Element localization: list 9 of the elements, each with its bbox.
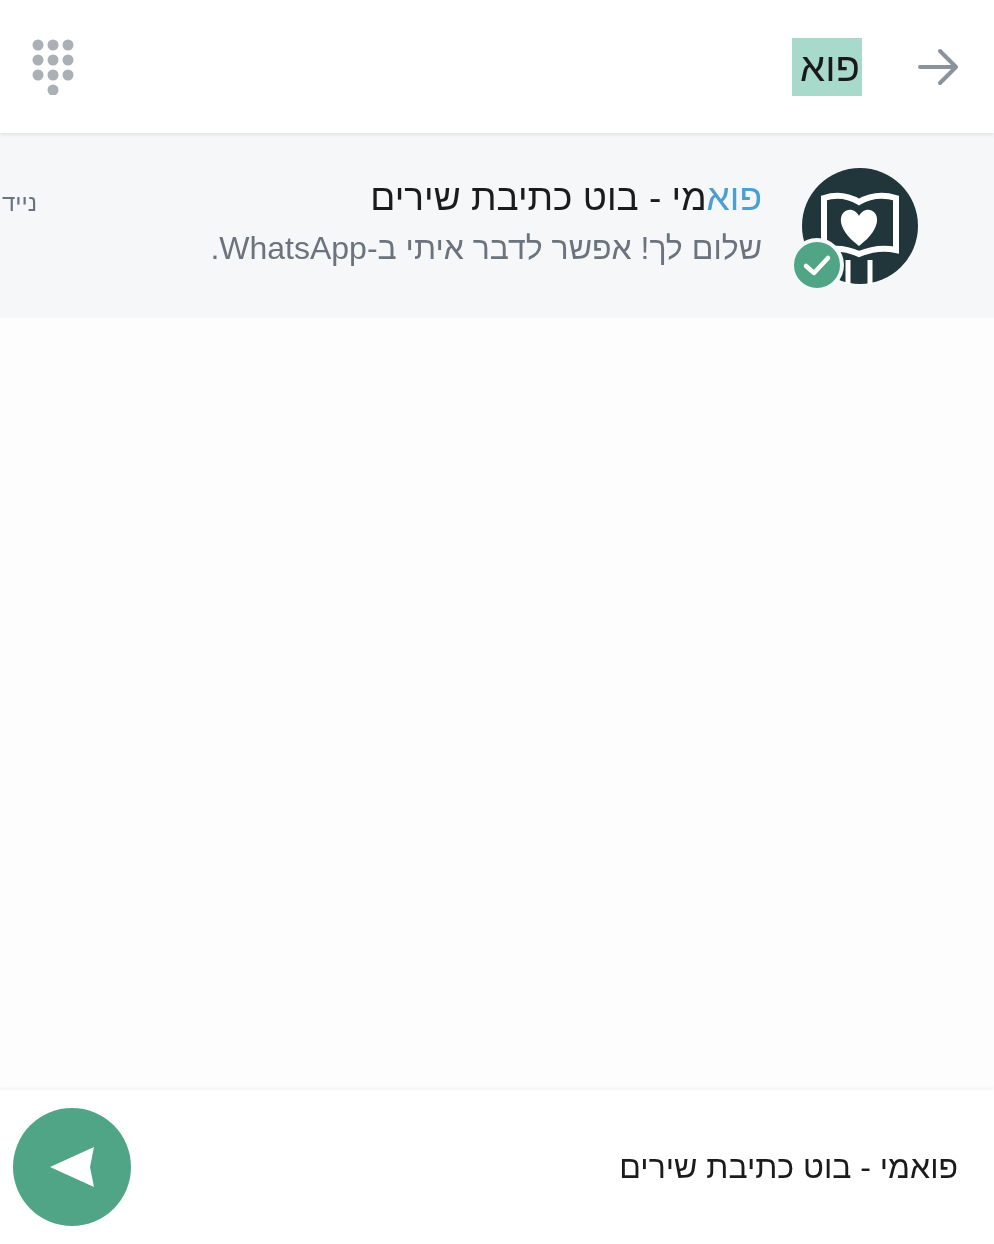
contact-row[interactable]: פואמי - בוט כתיבת שירים שלום לך! אפשר לדבר איתי ב-WhatsApp. נייד <box>0 133 994 318</box>
send-icon <box>48 1145 96 1189</box>
dialpad-icon[interactable] <box>32 38 74 95</box>
contact-status: שלום לך! אפשר לדבר איתי ב-WhatsApp. <box>210 228 762 268</box>
selected-contact-name: פואמי - בוט כתיבת שירים <box>619 1148 958 1187</box>
contact-label: נייד <box>2 188 38 218</box>
contact-name: פואמי - בוט כתיבת שירים <box>369 175 762 220</box>
back-arrow-icon[interactable] <box>918 46 960 87</box>
search-field[interactable]: פוא <box>792 37 862 96</box>
